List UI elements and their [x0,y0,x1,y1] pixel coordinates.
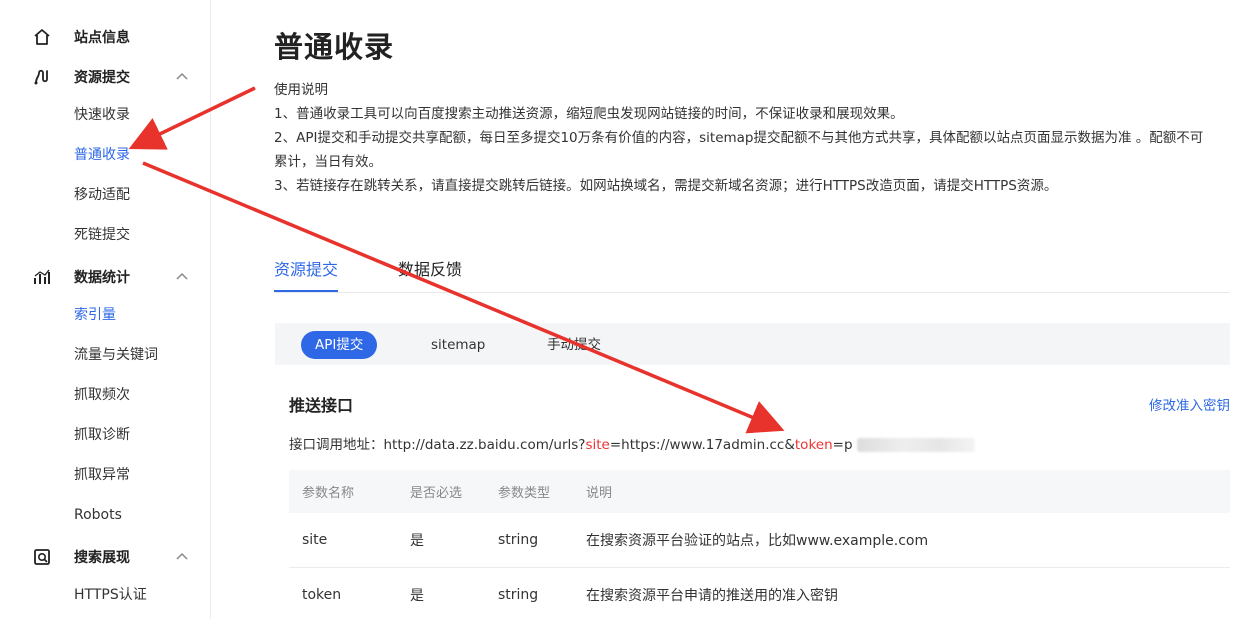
resource-submit-icon [32,67,52,87]
table-cell: string [498,532,539,548]
sidebar-group-label: 站点信息 [74,30,130,46]
table-cell: string [498,587,539,603]
table-header: 参数名称 是否必选 参数类型 说明 [289,470,1230,513]
params-table: 参数名称 是否必选 参数类型 说明 site 是 string 在搜索资源平台验… [289,470,1230,619]
sidebar-group-label: 资源提交 [74,70,130,86]
table-cell: 是 [410,588,424,604]
subtab-manual[interactable]: 手动提交 [533,331,615,359]
column-header: 说明 [586,486,613,501]
api-url-site-value: =https://www.17admin.cc& [609,437,795,453]
sidebar-item-mobile-adapt[interactable]: 移动适配 [74,185,130,205]
column-header: 是否必选 [410,486,463,501]
api-url-token-value: =p [832,437,853,453]
subtab-api[interactable]: API提交 [301,331,378,359]
sidebar-item-normal-index[interactable]: 普通收录 [74,145,130,165]
chevron-up-icon[interactable] [174,269,190,285]
sidebar-item-robots[interactable]: Robots [74,505,122,525]
page-title: 普通收录 [274,30,395,64]
sidebar-item-crawl-frequency[interactable]: 抓取频次 [74,385,130,405]
sidebar-item-https-cert[interactable]: HTTPS认证 [74,585,147,605]
sidebar-item-quick-index[interactable]: 快速收录 [74,105,130,125]
submit-method-tabs: API提交 sitemap 手动提交 [275,323,1230,365]
subtab-sitemap[interactable]: sitemap [417,331,499,359]
sidebar-group-search-display[interactable]: 搜索展现 [0,537,210,577]
api-url-site-key: site [585,437,610,453]
sidebar-group-label: 数据统计 [74,270,130,286]
api-url: 接口调用地址：http://data.zz.baidu.com/urls?sit… [289,433,975,453]
tab-data-feedback[interactable]: 数据反馈 [398,256,462,292]
sidebar-item-traffic-keywords[interactable]: 流量与关键词 [74,345,158,365]
redacted-token [856,438,975,452]
section-title: 推送接口 [289,396,354,415]
column-header: 参数名称 [302,486,355,501]
instruction-line: 2、API提交和手动提交共享配额，每日至多提交10万条有价值的内容，sitema… [274,130,1204,146]
api-url-base: http://data.zz.baidu.com/urls? [383,437,586,453]
table-cell: site [302,532,328,548]
search-display-icon [32,547,52,567]
sidebar-group-resource-submit[interactable]: 资源提交 [0,57,210,97]
sidebar-group-site-info[interactable]: 站点信息 [0,17,210,57]
arrow-to-token [142,161,785,434]
sidebar-item-index-volume[interactable]: 索引量 [74,305,116,325]
api-url-token-key: token [794,437,833,453]
home-icon [32,27,52,47]
table-cell: token [302,587,342,603]
sidebar-group-label: 搜索展现 [74,550,130,566]
sidebar-item-dead-link[interactable]: 死链提交 [74,225,130,245]
stats-icon [32,267,52,287]
instruction-line: 使用说明 [274,82,328,98]
table-row: site 是 string 在搜索资源平台验证的站点，比如www.example… [289,513,1230,568]
main-tabs: 资源提交 数据反馈 [274,244,1230,293]
table-row: token 是 string 在搜索资源平台申请的推送用的准入密钥 [289,568,1230,619]
chevron-up-icon[interactable] [174,69,190,85]
tab-resource-submit[interactable]: 资源提交 [274,256,339,292]
modify-key-link[interactable]: 修改准入密钥 [1149,394,1230,414]
usage-instructions: 使用说明 1、普通收录工具可以向百度搜索主动推送资源，缩短爬虫发现网站链接的时间… [274,78,1232,198]
sidebar-group-stats[interactable]: 数据统计 [0,257,210,297]
instruction-line: 1、普通收录工具可以向百度搜索主动推送资源，缩短爬虫发现网站链接的时间，不保证收… [274,106,904,122]
table-cell: 在搜索资源平台申请的推送用的准入密钥 [586,588,838,604]
sidebar-item-crawl-errors[interactable]: 抓取异常 [74,465,130,485]
chevron-up-icon[interactable] [174,549,190,565]
sidebar: 站点信息 资源提交 快速收录 普通收录 移动适配 死链提交 数据统计 索引量 流… [0,0,211,619]
table-cell: 是 [410,533,424,549]
api-url-label: 接口调用地址： [289,437,384,453]
column-header: 参数类型 [498,486,551,501]
table-cell: 在搜索资源平台验证的站点，比如www.example.com [586,533,929,549]
instruction-line: 3、若链接存在跳转关系，请直接提交跳转后链接。如网站换域名，需提交新域名资源；进… [274,178,1058,194]
sidebar-item-crawl-diagnosis[interactable]: 抓取诊断 [74,425,130,445]
instruction-line: 累计，当日有效。 [274,154,382,170]
